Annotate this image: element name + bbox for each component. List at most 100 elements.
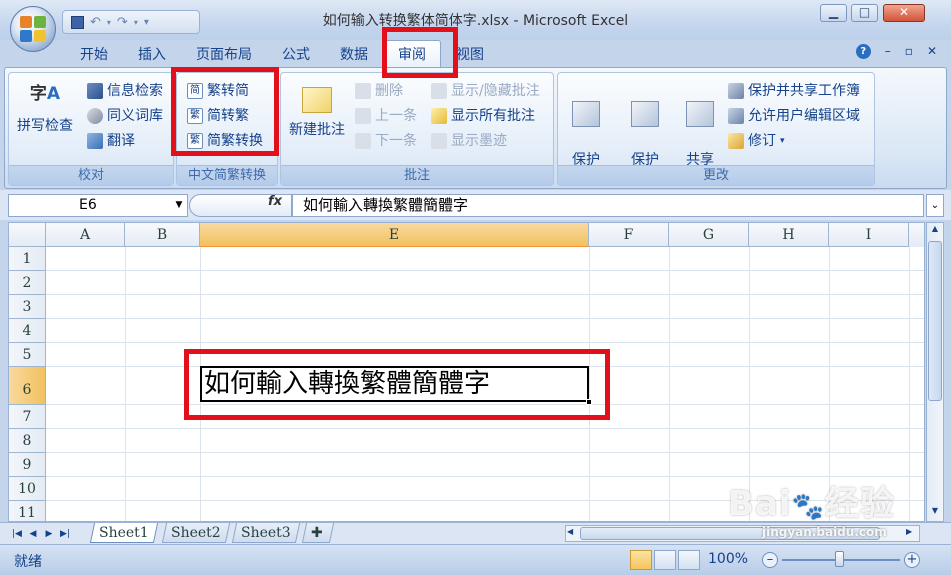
tab-formulas[interactable]: 公式 xyxy=(267,40,325,68)
row-gridline xyxy=(46,452,924,453)
show-all-comments-icon xyxy=(431,108,447,124)
office-logo-icon xyxy=(20,16,47,43)
show-ink-button[interactable]: 显示墨迹 xyxy=(431,129,507,153)
previous-comment-button[interactable]: 上一条 xyxy=(355,104,417,128)
show-hide-comment-icon xyxy=(431,83,447,99)
highlight-review-tab xyxy=(382,27,458,78)
column-header-e[interactable]: E xyxy=(200,223,589,247)
expand-formula-bar-icon[interactable]: ⌄ xyxy=(926,194,944,217)
next-sheet-icon[interactable]: ▶ xyxy=(42,526,56,542)
minimize-button[interactable]: ▁ xyxy=(820,4,847,22)
vertical-scroll-thumb[interactable] xyxy=(928,241,942,401)
next-comment-icon xyxy=(355,133,371,149)
highlight-conversion-buttons xyxy=(171,67,279,156)
thesaurus-button[interactable]: 同义词库 xyxy=(87,104,163,128)
protect-share-button[interactable]: 保护并共享工作簿 xyxy=(728,79,860,103)
watermark-url: jingyan.baidu.com xyxy=(762,525,887,539)
scroll-left-icon[interactable]: ◀ xyxy=(567,527,578,536)
scroll-down-icon[interactable]: ▼ xyxy=(929,506,941,520)
formula-input[interactable]: 如何輸入轉換繁體簡體字 xyxy=(292,194,924,217)
row-header-7[interactable]: 7 xyxy=(9,405,46,429)
tab-page-layout[interactable]: 页面布局 xyxy=(181,40,267,68)
research-button[interactable]: 信息检索 xyxy=(87,79,163,103)
sheet-tab-1[interactable]: Sheet1 xyxy=(89,523,158,543)
baidu-watermark: Bai🐾经验 jingyan.baidu.com xyxy=(728,476,895,539)
protect-sheet-icon xyxy=(572,101,600,127)
spelling-button[interactable]: 字A 拼写检查 xyxy=(13,81,77,135)
next-comment-button[interactable]: 下一条 xyxy=(355,129,417,153)
page-layout-view-button[interactable] xyxy=(654,550,676,570)
group-comments: 新建批注 删除 上一条 下一条 显示/隐藏批注 显示所有批注 显示墨迹 批注 xyxy=(280,72,554,186)
insert-sheet-icon[interactable]: ✚ xyxy=(301,523,335,543)
zoom-level[interactable]: 100% xyxy=(708,551,748,567)
name-box-dropdown-icon[interactable]: ▼ xyxy=(172,194,186,217)
row-header-1[interactable]: 1 xyxy=(9,247,46,271)
show-all-comments-button[interactable]: 显示所有批注 xyxy=(431,104,535,128)
scroll-right-icon[interactable]: ▶ xyxy=(906,527,917,536)
group-proofing: 字A 拼写检查 信息检索 同义词库 翻译 校对 xyxy=(8,72,174,186)
last-sheet-icon[interactable]: ▶| xyxy=(58,526,72,542)
tab-data[interactable]: 数据 xyxy=(325,40,383,68)
row-header-4[interactable]: 4 xyxy=(9,319,46,343)
row-header-3[interactable]: 3 xyxy=(9,295,46,319)
sheet-tab-3[interactable]: Sheet3 xyxy=(231,523,300,543)
show-ink-icon xyxy=(431,133,447,149)
group-changes: 保护 工作表 保护 工作簿 共享 工作簿 保护并共享工作簿 允许用户编辑区域 修… xyxy=(557,72,875,186)
protect-share-icon xyxy=(728,83,744,99)
name-box[interactable]: E6 xyxy=(8,194,188,217)
office-button[interactable] xyxy=(10,6,56,52)
thesaurus-icon xyxy=(87,108,103,124)
ribbon-restore-icon[interactable]: ▫ xyxy=(905,44,913,59)
ribbon-close-icon[interactable]: ✕ xyxy=(927,44,937,59)
vertical-scrollbar[interactable]: ▲ ▼ xyxy=(926,222,944,522)
row-header-9[interactable]: 9 xyxy=(9,453,46,477)
page-break-view-button[interactable] xyxy=(678,550,700,570)
window-title: 如何输入转换繁体简体字.xlsx - Microsoft Excel xyxy=(322,13,629,29)
allow-edit-ranges-button[interactable]: 允许用户编辑区域 xyxy=(728,104,860,128)
zoom-out-icon[interactable]: – xyxy=(762,552,778,568)
row-header-11[interactable]: 11 xyxy=(9,501,46,521)
row-header-2[interactable]: 2 xyxy=(9,271,46,295)
delete-comment-icon xyxy=(355,83,371,99)
ribbon-minimize-icon[interactable]: – xyxy=(885,44,891,59)
sheet-tab-2[interactable]: Sheet2 xyxy=(161,523,230,543)
first-sheet-icon[interactable]: |◀ xyxy=(10,526,24,542)
row-header-6[interactable]: 6 xyxy=(9,367,46,405)
column-header-b[interactable]: B xyxy=(125,223,200,247)
translate-button[interactable]: 翻译 xyxy=(87,129,135,153)
new-comment-button[interactable]: 新建批注 xyxy=(283,81,351,139)
column-header-g[interactable]: G xyxy=(669,223,749,247)
track-changes-button[interactable]: 修订 ▾ xyxy=(728,129,785,153)
zoom-slider-thumb[interactable] xyxy=(835,551,844,567)
close-button[interactable]: ✕ xyxy=(883,4,925,22)
prev-sheet-icon[interactable]: ◀ xyxy=(26,526,40,542)
share-workbook-icon xyxy=(686,101,714,127)
normal-view-button[interactable] xyxy=(630,550,652,570)
show-hide-comment-button[interactable]: 显示/隐藏批注 xyxy=(431,79,540,103)
protect-sheet-button[interactable]: 保护 工作表 xyxy=(560,83,612,205)
row-gridline xyxy=(46,294,924,295)
row-header-8[interactable]: 8 xyxy=(9,429,46,453)
column-header-f[interactable]: F xyxy=(589,223,669,247)
maximize-button[interactable]: □ xyxy=(851,4,878,22)
delete-comment-button[interactable]: 删除 xyxy=(355,79,403,103)
scroll-up-icon[interactable]: ▲ xyxy=(929,224,941,238)
row-header-5[interactable]: 5 xyxy=(9,343,46,367)
select-all-corner[interactable] xyxy=(9,223,46,247)
new-comment-icon xyxy=(302,87,332,113)
column-header-a[interactable]: A xyxy=(46,223,125,247)
share-workbook-button[interactable]: 共享 工作簿 xyxy=(674,83,726,205)
help-icon[interactable]: ? xyxy=(855,44,871,59)
column-header-h[interactable]: H xyxy=(749,223,829,247)
protect-workbook-button[interactable]: 保护 工作簿 xyxy=(614,83,676,205)
research-icon xyxy=(87,83,103,99)
allow-edit-ranges-icon xyxy=(728,108,744,124)
tab-home[interactable]: 开始 xyxy=(65,40,123,68)
insert-function-icon[interactable]: fx xyxy=(268,194,282,209)
row-header-10[interactable]: 10 xyxy=(9,477,46,501)
zoom-in-icon[interactable]: + xyxy=(904,552,920,568)
column-headers: A B E F G H I xyxy=(9,223,924,247)
column-header-i[interactable]: I xyxy=(829,223,909,247)
tab-insert[interactable]: 插入 xyxy=(123,40,181,68)
row-gridline xyxy=(46,318,924,319)
